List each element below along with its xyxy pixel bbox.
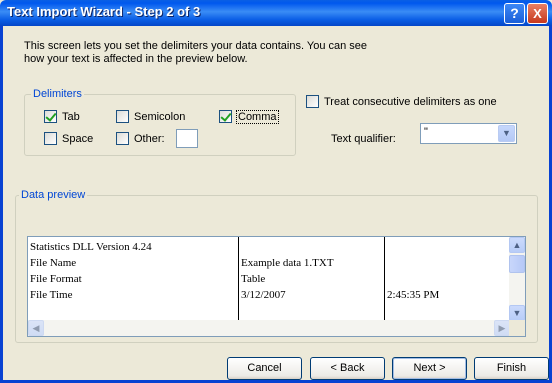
next-button-label: Next > [413, 362, 446, 374]
tab-checkbox-label: Tab [62, 110, 80, 123]
intro-text: This screen lets you set the delimiters … [24, 40, 368, 65]
back-button-label: < Back [330, 362, 365, 374]
semicolon-checkbox-label: Semicolon [134, 110, 186, 123]
delimiters-group-label: Delimiters [31, 88, 84, 100]
close-icon: X [533, 6, 542, 21]
preview-cell: File Format [30, 273, 82, 285]
scroll-right-icon[interactable]: ▶ [494, 320, 510, 336]
finish-button-label: Finish [496, 362, 527, 374]
preview-cell: Example data 1.TXT [241, 257, 334, 269]
preview-cell: File Name [30, 257, 77, 269]
tab-checkbox-box[interactable] [44, 110, 57, 123]
scroll-up-icon[interactable]: ▲ [509, 237, 525, 253]
vertical-scroll-thumb[interactable] [509, 255, 525, 273]
preview-cell: File Time [30, 289, 73, 301]
scroll-down-icon[interactable]: ▼ [509, 305, 525, 321]
preview-cell: 2:45:35 PM [387, 289, 440, 301]
comma-checkbox-box[interactable] [219, 110, 232, 123]
scroll-left-icon[interactable]: ◀ [28, 320, 44, 336]
help-button[interactable]: ? [504, 3, 525, 24]
text-qualifier-select[interactable]: " ▼ [420, 123, 517, 144]
vertical-scrollbar[interactable]: ▲ ▼ [509, 237, 525, 321]
space-checkbox[interactable]: Space [44, 132, 93, 145]
other-checkbox-box[interactable] [116, 132, 129, 145]
preview-cell: Table [241, 273, 266, 285]
text-qualifier-label: Text qualifier: [331, 133, 396, 145]
consecutive-delimiters-checkbox[interactable]: Treat consecutive delimiters as one [306, 95, 497, 108]
help-icon: ? [510, 5, 519, 21]
cancel-button[interactable]: Cancel [227, 357, 302, 380]
consecutive-delimiters-label: Treat consecutive delimiters as one [324, 95, 497, 108]
other-delimiter-input[interactable] [176, 129, 198, 148]
other-checkbox[interactable]: Other: [116, 132, 165, 145]
text-qualifier-value: " [424, 126, 428, 138]
preview-cell: 3/12/2007 [241, 289, 286, 301]
other-checkbox-label: Other: [134, 132, 165, 145]
preview-column-3[interactable] [385, 237, 510, 321]
close-button[interactable]: X [527, 3, 548, 24]
comma-checkbox[interactable]: Comma [219, 109, 279, 124]
space-checkbox-label: Space [62, 132, 94, 145]
data-preview-label: Data preview [19, 189, 88, 201]
comma-checkbox-label: Comma [236, 109, 279, 124]
window-title: Text Import Wizard - Step 2 of 3 [7, 4, 201, 19]
next-button[interactable]: Next > [392, 357, 467, 380]
tab-checkbox[interactable]: Tab [44, 110, 80, 123]
consecutive-delimiters-checkbox-box[interactable] [306, 95, 319, 108]
horizontal-scrollbar[interactable]: ◀ ▶ [28, 320, 510, 336]
scrollbar-corner [509, 320, 525, 336]
semicolon-checkbox[interactable]: Semicolon [116, 110, 185, 123]
delimiters-group [24, 94, 296, 156]
preview-cell: Statistics DLL Version 4.24 [30, 241, 152, 253]
chevron-down-icon[interactable]: ▼ [498, 125, 515, 142]
cancel-button-label: Cancel [247, 362, 282, 374]
finish-button[interactable]: Finish [474, 357, 549, 380]
data-preview-pane: Statistics DLL Version 4.24 File Name Ex… [27, 236, 526, 337]
title-bar: Text Import Wizard - Step 2 of 3 ? X [0, 0, 552, 26]
back-button[interactable]: < Back [310, 357, 385, 380]
space-checkbox-box[interactable] [44, 132, 57, 145]
semicolon-checkbox-box[interactable] [116, 110, 129, 123]
preview-grid: Statistics DLL Version 4.24 File Name Ex… [28, 237, 510, 321]
